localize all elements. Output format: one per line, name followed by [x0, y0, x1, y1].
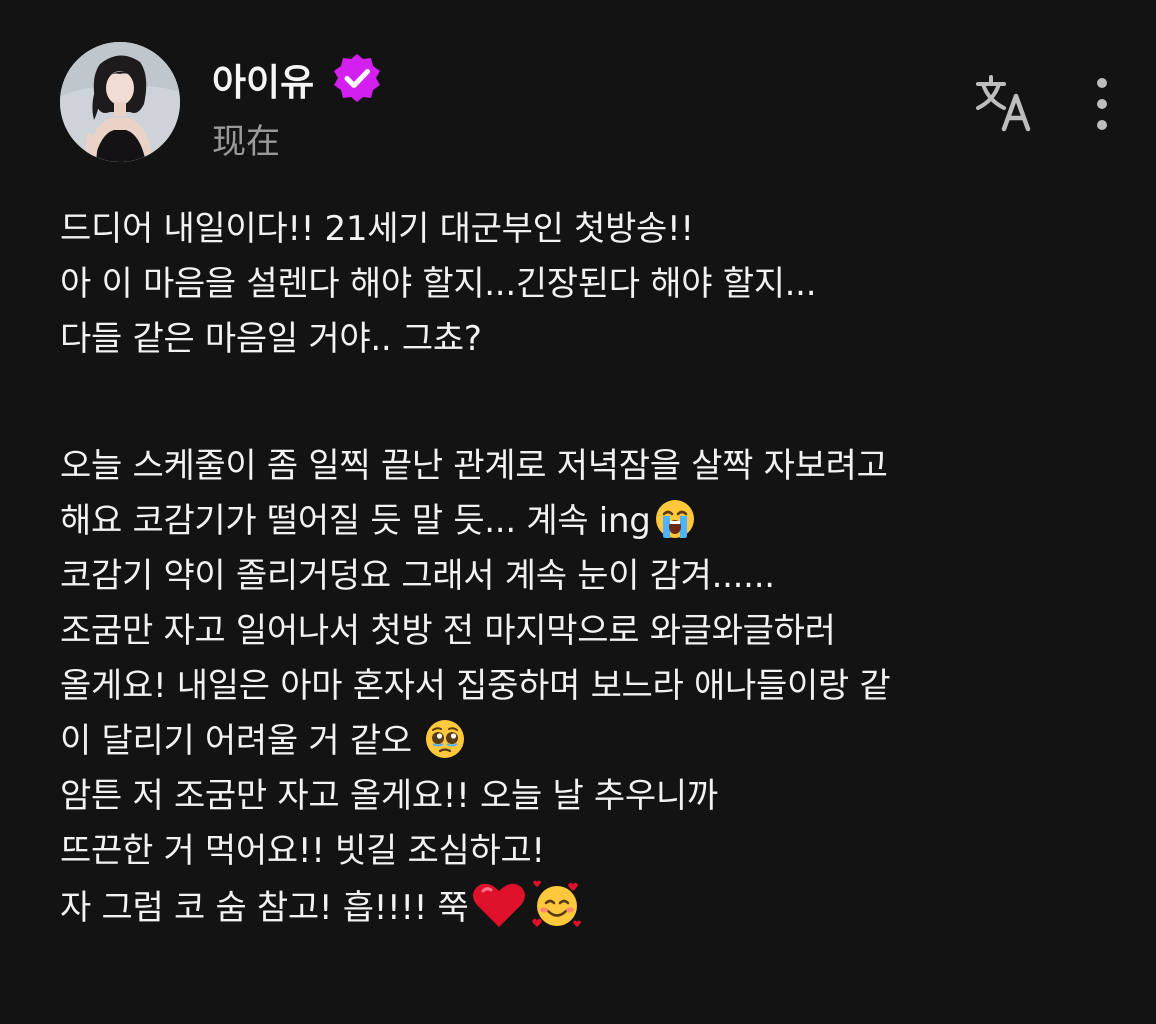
- translate-icon: [976, 75, 1031, 132]
- post-line: 이 달리기 어려울 거 같오: [60, 714, 1130, 769]
- profile-photo: [60, 42, 180, 162]
- more-options-button[interactable]: [1084, 74, 1120, 134]
- pleading-face-emoji: [424, 718, 466, 760]
- loudly-crying-face-emoji: [654, 498, 696, 540]
- post-line: 오늘 스케줄이 좀 일찍 끝난 관계로 저녁잠을 살짝 자보려고: [60, 446, 888, 486]
- post-line: 해요 코감기가 떨어질 듯 말 듯... 계속 ing: [60, 494, 1130, 549]
- post-timestamp: 现在: [212, 122, 280, 162]
- avatar[interactable]: [60, 42, 180, 162]
- red-heart-emoji: [471, 881, 527, 929]
- smiling-face-with-hearts-emoji: [529, 879, 585, 931]
- post-line: 코감기 약이 졸리거덩요 그래서 계속 눈이 감겨......: [60, 556, 775, 596]
- post-line: 뜨끈한 거 먹어요!! 빗길 조심하고!: [60, 831, 545, 871]
- post-body: 드디어 내일이다!! 21세기 대군부인 첫방송!! 아 이 마음을 설렌다 해…: [60, 202, 1130, 934]
- post-line: 드디어 내일이다!! 21세기 대군부인 첫방송!!: [60, 209, 694, 249]
- post-line: 암튼 저 조굼만 자고 올게요!! 오늘 날 추우니까: [60, 776, 718, 816]
- author-name[interactable]: 아이유: [212, 52, 314, 106]
- verified-badge-icon: [330, 51, 384, 105]
- translate-button[interactable]: [974, 74, 1036, 132]
- post-line: 자 그럼 코 숨 참고! 흡!!!! 쭉: [60, 879, 1130, 934]
- post-line: 조굼만 자고 일어나서 첫방 전 마지막으로 와글와글하러: [60, 611, 836, 651]
- paragraph-break: [60, 367, 1130, 439]
- post-header: 아이유 现在: [60, 42, 1120, 162]
- post-line: 아 이 마음을 설렌다 해야 할지...긴장된다 해야 할지...: [60, 264, 817, 304]
- post-line: 올게요! 내일은 아마 혼자서 집중하며 보느라 애나들이랑 같: [60, 666, 891, 706]
- post-line: 다들 같은 마음일 거야.. 그쵸?: [60, 319, 482, 359]
- more-vertical-icon: [1097, 78, 1107, 130]
